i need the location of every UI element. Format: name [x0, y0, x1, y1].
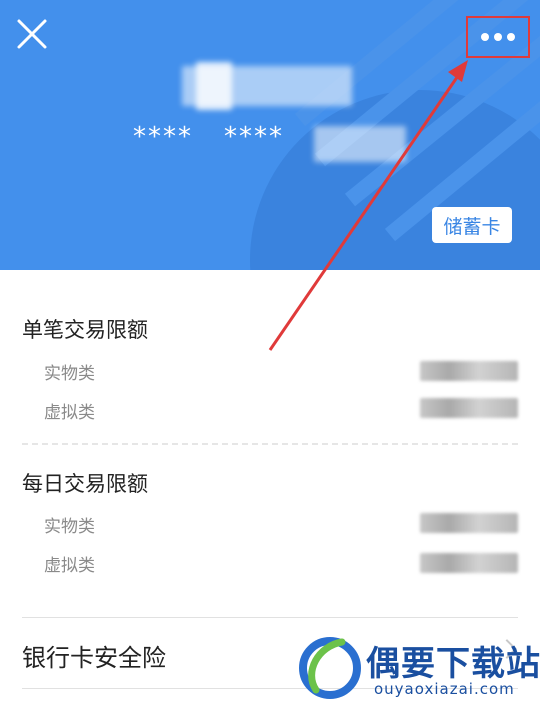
- section-divider: [22, 443, 518, 445]
- single-limit-virtual-value-blurred: [420, 398, 518, 418]
- close-icon: [17, 19, 47, 49]
- single-limit-physical-label: 实物类: [44, 364, 95, 384]
- daily-limit-physical-value-blurred: [420, 513, 518, 533]
- daily-limit-virtual-label: 虚拟类: [44, 556, 95, 576]
- card-header: **** **** 储蓄卡: [0, 0, 540, 270]
- insurance-label: 银行卡安全险: [22, 644, 166, 672]
- site-watermark: 偶要下载站 ouyaoxiazai.com: [296, 632, 540, 703]
- close-button[interactable]: [12, 14, 52, 54]
- more-button[interactable]: [466, 16, 530, 58]
- single-limit-virtual-label: 虚拟类: [44, 403, 95, 423]
- single-limit-physical-value-blurred: [420, 361, 518, 381]
- card-number-mask-2: ****: [224, 122, 284, 152]
- watermark-chinese-text: 偶要下载站: [366, 644, 540, 684]
- daily-limit-virtual-value-blurred: [420, 553, 518, 573]
- more-dots-icon: [481, 33, 515, 41]
- watermark-logo-icon: [299, 637, 361, 699]
- card-number-mask-1: ****: [133, 122, 193, 152]
- daily-limit-title: 每日交易限额: [22, 472, 148, 496]
- card-number-tail-blurred: [314, 126, 406, 162]
- bank-name-blurred-glyph: [196, 62, 232, 110]
- watermark-url-text: ouyaoxiazai.com: [374, 680, 515, 698]
- card-type-badge: 储蓄卡: [432, 207, 512, 243]
- single-limit-title: 单笔交易限额: [22, 318, 148, 342]
- daily-limit-physical-label: 实物类: [44, 517, 95, 537]
